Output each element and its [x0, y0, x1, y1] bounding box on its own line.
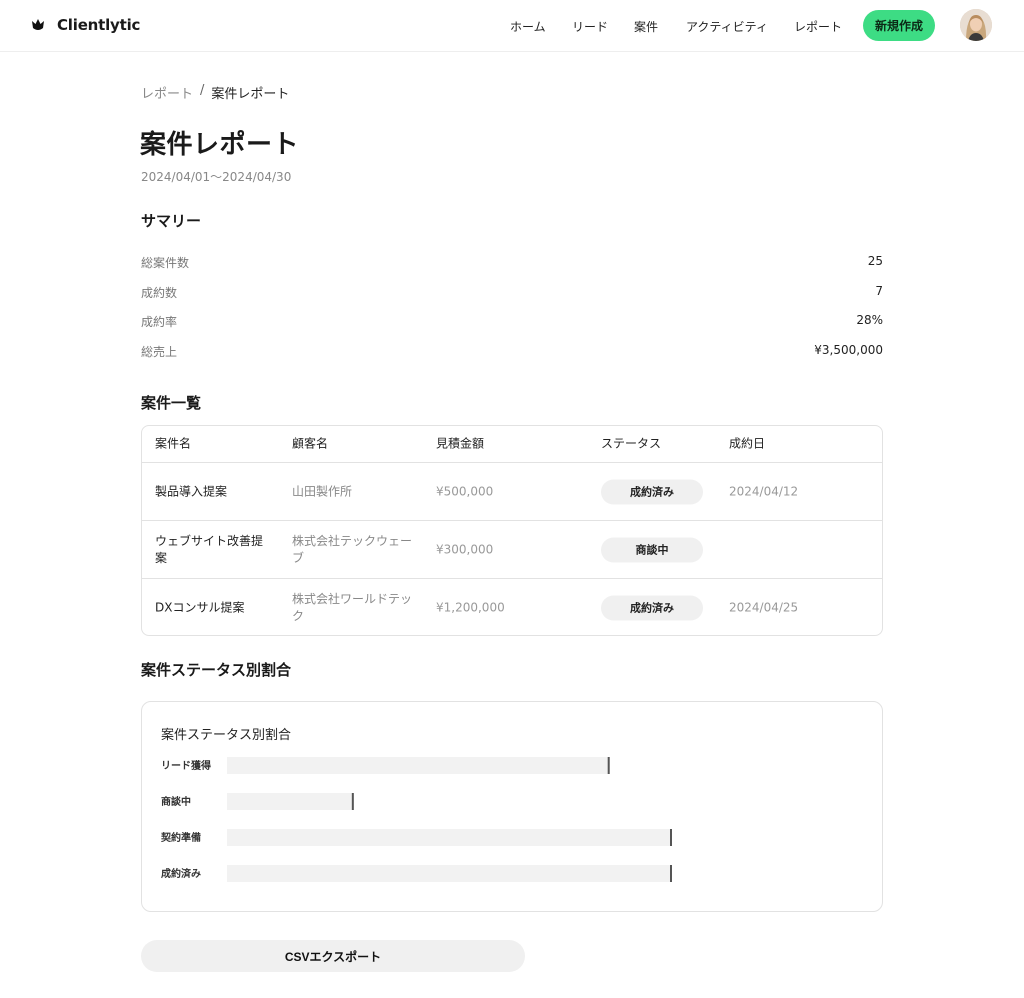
summary-value: 25: [867, 254, 883, 268]
deals-list-heading: 案件一覧: [141, 394, 202, 412]
nav-item-deals[interactable]: 案件: [634, 18, 658, 35]
nav-item-activity[interactable]: アクティビティ: [686, 18, 768, 35]
column-header-closed-date[interactable]: 成約日: [729, 436, 765, 453]
summary-label: 成約率: [141, 315, 178, 329]
chart-bar-end-marker: [670, 865, 672, 882]
chart-bar-end-marker: [351, 793, 354, 810]
column-header-status[interactable]: ステータス: [601, 436, 661, 453]
breadcrumb-reports-link[interactable]: レポート: [141, 83, 193, 102]
status-ratio-heading: 案件ステータス別割合: [141, 661, 292, 679]
summary-value: 7: [875, 284, 883, 298]
chart-bar: [227, 757, 610, 774]
page-title: 案件レポート: [140, 130, 300, 160]
breadcrumb-separator: /: [200, 83, 205, 98]
nav-item-reports[interactable]: レポート: [794, 18, 842, 35]
summary-row-close-rate: 成約率 28%: [141, 313, 883, 333]
chart-category-label: 商談中: [161, 795, 191, 808]
chart-category-label: 契約準備: [161, 831, 201, 844]
customer-name: 山田製作所: [292, 484, 353, 498]
estimate-amount: ¥500,000: [436, 484, 494, 498]
status-ratio-chart: リード獲得商談中契約準備成約済み: [161, 757, 672, 882]
csv-export-button[interactable]: CSVエクスポート: [141, 940, 525, 972]
status-badge[interactable]: 成約済み: [601, 479, 703, 504]
status-badge[interactable]: 商談中: [601, 537, 703, 562]
create-new-button[interactable]: 新規作成: [863, 10, 935, 41]
status-cell: 成約済み: [601, 595, 703, 621]
breadcrumb: レポート / 案件レポート: [141, 83, 289, 102]
status-ratio-chart-card: 案件ステータス別割合 リード獲得 商談中 契約準備 成約済み: [141, 701, 883, 912]
summary-row-total-deals: 総案件数 25: [141, 254, 883, 274]
brand[interactable]: Clientlytic: [31, 16, 140, 34]
chart-bar: [227, 865, 672, 882]
deal-name: 製品導入提案: [155, 484, 228, 498]
estimate-amount: ¥300,000: [436, 542, 494, 556]
status-cell: 商談中: [601, 537, 703, 562]
chart-bar-end-marker: [607, 757, 610, 774]
closed-date: 2024/04/12: [729, 484, 799, 498]
nav-item-home[interactable]: ホーム: [510, 18, 546, 35]
table-row[interactable]: DXコンサル提案 株式会社ワールドテック ¥1,200,000 成約済み 202…: [142, 579, 882, 635]
top-navigation-bar: Clientlytic ホーム リード 案件 アクティビティ レポート 新規作成: [0, 0, 1024, 52]
table-row[interactable]: 製品導入提案 山田製作所 ¥500,000 成約済み 2024/04/12: [142, 463, 882, 521]
chart-bar-end-marker: [670, 829, 672, 846]
user-avatar-icon: [960, 9, 992, 41]
deal-name: ウェブサイト改善提案: [155, 533, 264, 565]
nav-item-leads[interactable]: リード: [572, 18, 608, 35]
closed-date: 2024/04/25: [729, 600, 799, 615]
summary-heading: サマリー: [141, 212, 202, 230]
chart-bar: [227, 829, 672, 846]
brand-name: Clientlytic: [57, 16, 141, 34]
chart-bar: [227, 793, 354, 810]
date-range: 2024/04/01〜2024/04/30: [141, 170, 292, 184]
summary-row-total-sales: 総売上 ¥3,500,000: [141, 343, 883, 363]
summary-value: 28%: [856, 313, 883, 327]
summary-label: 総売上: [141, 345, 178, 359]
summary-label: 成約数: [141, 286, 178, 300]
table-row[interactable]: ウェブサイト改善提案 株式会社テックウェーブ ¥300,000 商談中: [142, 521, 882, 579]
breadcrumb-current: 案件レポート: [211, 87, 290, 102]
column-header-deal-name[interactable]: 案件名: [155, 436, 273, 453]
customer-name: 株式会社テックウェーブ: [292, 533, 413, 565]
logo-icon: [31, 18, 45, 32]
column-header-amount[interactable]: 見積金額: [436, 436, 484, 453]
deal-name: DXコンサル提案: [155, 600, 245, 615]
chart-category-label: リード獲得: [161, 759, 211, 772]
chart-category-label: 成約済み: [161, 867, 201, 880]
table-header: 案件名 顧客名 見積金額 ステータス 成約日: [142, 426, 882, 463]
summary-label: 総案件数: [141, 256, 190, 270]
summary-row-closed-count: 成約数 7: [141, 284, 883, 304]
estimate-amount: ¥1,200,000: [436, 600, 505, 615]
customer-name: 株式会社ワールドテック: [292, 592, 413, 623]
deals-table: 案件名 顧客名 見積金額 ステータス 成約日 製品導入提案 山田製作所 ¥500…: [141, 425, 883, 636]
column-header-customer[interactable]: 顧客名: [292, 436, 417, 453]
summary-value: ¥3,500,000: [814, 343, 883, 357]
avatar[interactable]: [960, 9, 992, 41]
status-cell: 成約済み: [601, 479, 703, 504]
status-badge[interactable]: 成約済み: [601, 595, 703, 621]
